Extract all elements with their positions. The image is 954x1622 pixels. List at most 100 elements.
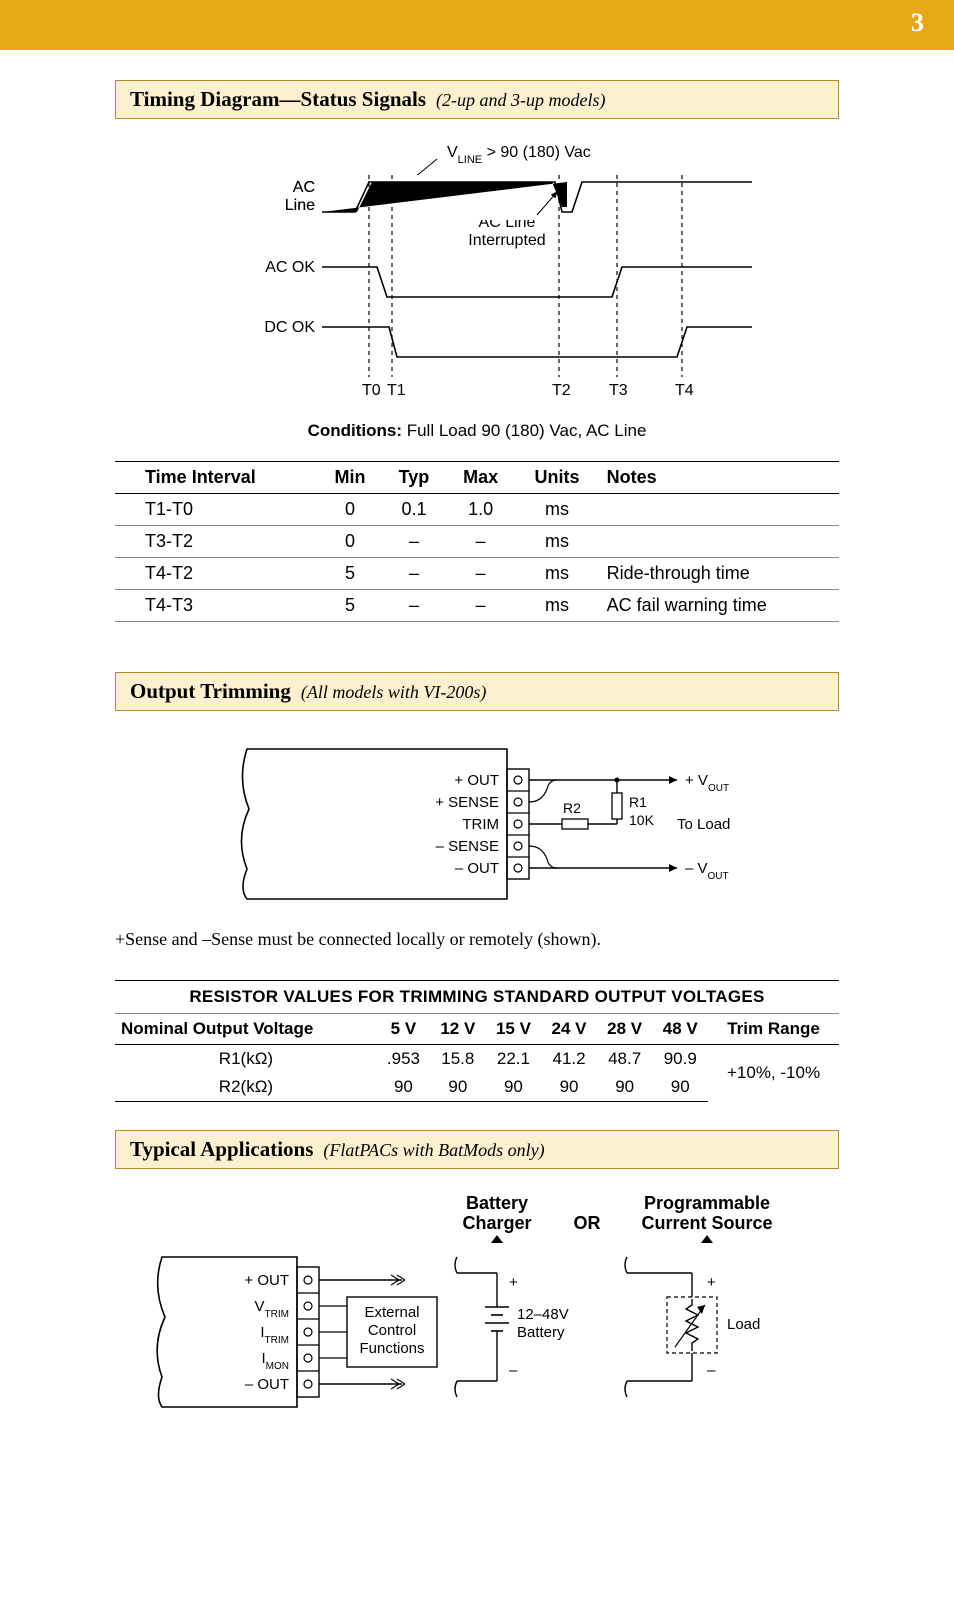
vout-minus: – VOUT (685, 860, 729, 882)
vline-label: VLINE > 90 (180) Vac (447, 144, 591, 166)
th-min: Min (318, 462, 382, 494)
th-nominal: Nominal Output Voltage (115, 1014, 377, 1045)
page-content: Timing Diagram—Status Signals (2-up and … (0, 50, 954, 1477)
out-minus-label: – OUT (455, 860, 499, 877)
r2-v0: 90 (377, 1073, 430, 1102)
th-notes: Notes (599, 462, 839, 494)
table-cell: T1-T0 (115, 494, 318, 526)
table-cell (599, 494, 839, 526)
table-cell: ms (515, 558, 598, 590)
r2-v4: 90 (597, 1073, 653, 1102)
trim-table-title: RESISTOR VALUES FOR TRIMMING STANDARD OU… (115, 981, 839, 1014)
plus-load: + (707, 1274, 716, 1291)
table-cell: – (382, 558, 446, 590)
r1-v2: 22.1 (486, 1045, 542, 1074)
section-subtitle: (All models with VI-200s) (301, 682, 486, 702)
trim-range: +10%, -10% (708, 1045, 839, 1102)
table-cell: – (446, 526, 516, 558)
section-subtitle: (FlatPACs with BatMods only) (323, 1140, 544, 1160)
th-interval: Time Interval (115, 462, 318, 494)
table-cell: T3-T2 (115, 526, 318, 558)
r1-v0: .953 (377, 1045, 430, 1074)
table-cell: 0 (318, 526, 382, 558)
out-plus-label: + OUT (454, 772, 499, 789)
ext2: Control (368, 1322, 416, 1339)
applications-diagram: BatteryCharger OR ProgrammableCurrent So… (115, 1187, 839, 1417)
section-title: Timing Diagram—Status Signals (130, 87, 426, 111)
section-header-apps: Typical Applications (FlatPACs with BatM… (115, 1130, 839, 1169)
conditions-text: Full Load 90 (180) Vac, AC Line (402, 421, 646, 440)
t0-label: T0 (362, 382, 381, 399)
to-load: To Load (677, 816, 730, 833)
r2-v5: 90 (652, 1073, 708, 1102)
sense-plus-label: + SENSE (435, 794, 499, 811)
r1-value: 10K (629, 812, 655, 828)
conditions-line: Conditions: Full Load 90 (180) Vac, AC L… (115, 421, 839, 441)
col-5v: 5 V (377, 1014, 430, 1045)
prog-source-label: ProgrammableCurrent Source (641, 1193, 772, 1233)
col-28v: 28 V (597, 1014, 653, 1045)
section-subtitle: (2-up and 3-up models) (436, 90, 605, 110)
col-12v: 12 V (430, 1014, 486, 1045)
table-cell: 0 (318, 494, 382, 526)
svg-text:ACLine: ACLine (285, 179, 315, 214)
timing-diagram: VLINE > 90 (180) Vac ACLine AC LineInter… (115, 137, 839, 441)
t3-label: T3 (609, 382, 628, 399)
t1-label: T1 (387, 382, 406, 399)
outn-label: – OUT (245, 1376, 289, 1393)
r2-v2: 90 (486, 1073, 542, 1102)
batt-v: 12–48V (517, 1306, 569, 1323)
table-cell (599, 526, 839, 558)
vout-plus: + VOUT (685, 772, 729, 794)
trim-table: RESISTOR VALUES FOR TRIMMING STANDARD OU… (115, 980, 839, 1102)
table-cell: – (382, 590, 446, 622)
table-cell: 0.1 (382, 494, 446, 526)
section-header-trimming: Output Trimming (All models with VI-200s… (115, 672, 839, 711)
table-cell: ms (515, 526, 598, 558)
r2-row-label: R2(kΩ) (115, 1073, 377, 1102)
trimming-diagram: + OUT + SENSE TRIM – SENSE – OUT + VOUT … (115, 729, 839, 909)
th-max: Max (446, 462, 516, 494)
th-units: Units (515, 462, 598, 494)
col-24v: 24 V (541, 1014, 597, 1045)
table-cell: 1.0 (446, 494, 516, 526)
batt-label: Battery (517, 1324, 565, 1341)
ext1: External (364, 1304, 419, 1321)
table-cell: 5 (318, 590, 382, 622)
table-cell: T4-T3 (115, 590, 318, 622)
table-cell: T4-T2 (115, 558, 318, 590)
table-cell: Ride-through time (599, 558, 839, 590)
r1-label: R1 (629, 794, 647, 810)
or-label: OR (574, 1213, 601, 1233)
minus-load: – (707, 1362, 716, 1379)
th-typ: Typ (382, 462, 446, 494)
plus-batt: + (509, 1274, 518, 1291)
battery-charger-label: BatteryCharger (462, 1193, 531, 1233)
ac-ok-label: AC OK (265, 259, 315, 276)
dc-ok-label: DC OK (264, 319, 315, 336)
r2-label: R2 (563, 800, 581, 816)
conditions-label: Conditions: (308, 421, 402, 440)
r2-v3: 90 (541, 1073, 597, 1102)
table-cell: – (382, 526, 446, 558)
t2-label: T2 (552, 382, 571, 399)
r1-v4: 48.7 (597, 1045, 653, 1074)
col-48v: 48 V (652, 1014, 708, 1045)
r1-row-label: R1(kΩ) (115, 1045, 377, 1074)
section-header-timing: Timing Diagram—Status Signals (2-up and … (115, 80, 839, 119)
sense-minus-label: – SENSE (436, 838, 499, 855)
ext3: Functions (359, 1340, 424, 1357)
top-band: 3 (0, 0, 954, 50)
trim-label: TRIM (462, 816, 499, 833)
minus-batt: – (509, 1362, 518, 1379)
t4-label: T4 (675, 382, 694, 399)
table-cell: AC fail warning time (599, 590, 839, 622)
sense-note: +Sense and –Sense must be connected loca… (115, 929, 839, 950)
load-label: Load (727, 1316, 760, 1333)
r1-v1: 15.8 (430, 1045, 486, 1074)
table-cell: 5 (318, 558, 382, 590)
table-cell: ms (515, 590, 598, 622)
r2-v1: 90 (430, 1073, 486, 1102)
page-number: 3 (911, 8, 924, 38)
table-cell: ms (515, 494, 598, 526)
